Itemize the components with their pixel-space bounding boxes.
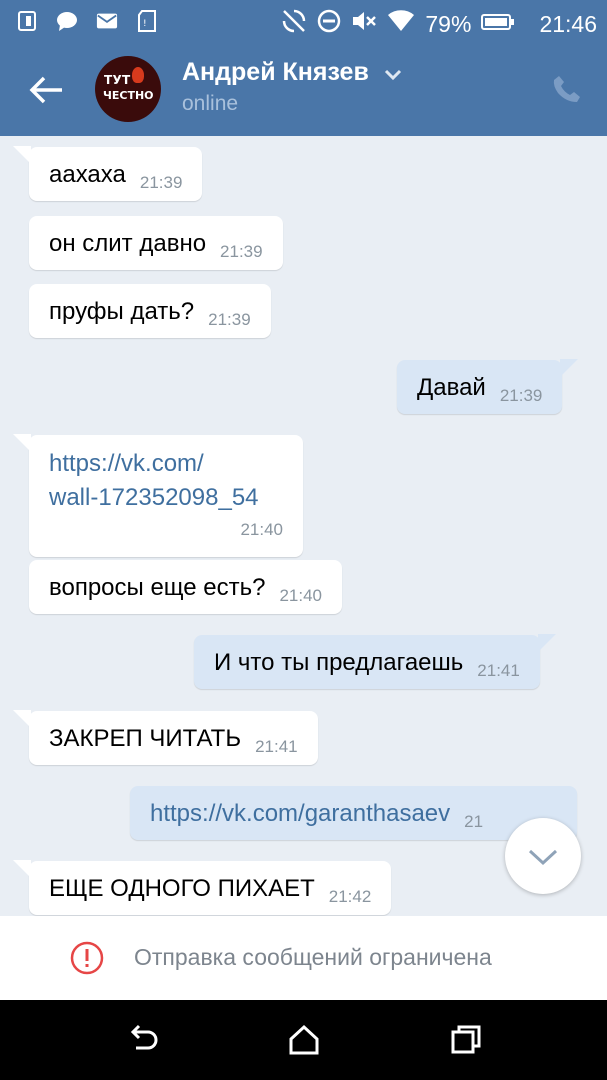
system-nav-bar (0, 1000, 607, 1080)
status-bar: ! 79% 21:46 (0, 0, 607, 44)
message-list[interactable]: аахаха 21:39 он слит давно 21:39 пруфы дат… (0, 136, 607, 916)
clock: 21:46 (539, 10, 597, 37)
avatar[interactable]: ТУТ ЧЕСТНО (95, 56, 161, 122)
avatar-text-bottom: ЧЕСТНО (103, 89, 154, 102)
message-link[interactable]: wall-172352098_54 (49, 481, 283, 515)
message-time: 21:40 (240, 520, 283, 539)
message-text: вопросы еще есть? (49, 574, 266, 601)
dnd-icon (317, 9, 341, 39)
mail-icon (96, 10, 118, 32)
message-incoming[interactable]: аахаха 21:39 (12, 146, 203, 201)
chat-header: ТУТ ЧЕСТНО Андрей Князев online (0, 44, 607, 136)
message-time: 21:39 (220, 242, 263, 261)
message-incoming[interactable]: ЗАКРЕП ЧИТАТЬ 21:41 (13, 710, 318, 765)
chevron-down-icon (384, 59, 402, 88)
message-text: И что ты предлагаешь (214, 649, 464, 676)
flame-icon (132, 67, 144, 83)
sd-card-icon: ! (136, 10, 158, 32)
avatar-text-top: ТУТ (104, 73, 131, 87)
chevron-down-icon (528, 849, 558, 866)
message-text: ЕЩЕ ОДНОГО ПИХАЕТ (49, 875, 315, 902)
composer-restricted-bar: Отправка сообщений ограничена (0, 916, 607, 1000)
warning-icon (70, 941, 104, 975)
message-text: аахаха (49, 161, 126, 188)
wifi-icon (387, 9, 415, 39)
back-icon[interactable] (124, 1022, 160, 1058)
message-time: 21:39 (499, 386, 543, 405)
message-time: 21 (464, 812, 484, 831)
recent-apps-icon[interactable] (448, 1022, 484, 1058)
contact-status: online (182, 92, 239, 115)
message-time: 21:41 (255, 737, 298, 756)
mute-icon (351, 9, 377, 39)
message-incoming[interactable]: вопросы еще есть? 21:40 (29, 560, 343, 614)
message-text: он слит давно (49, 230, 207, 257)
message-link[interactable]: https://vk.com/ (49, 447, 283, 481)
message-outgoing[interactable]: И что ты предлагаешь 21:41 (194, 634, 556, 689)
chat-bubble-icon (56, 10, 78, 32)
message-outgoing[interactable]: Давай 21:39 (397, 359, 579, 414)
message-text: Давай (417, 374, 486, 401)
message-time: 21:40 (279, 586, 323, 605)
message-time: 21:39 (208, 310, 251, 329)
phone-icon[interactable] (552, 74, 582, 104)
message-incoming[interactable]: он слит давно 21:39 (29, 216, 283, 270)
message-time: 21:39 (139, 173, 183, 192)
message-time: 21:41 (477, 661, 520, 680)
contact-name-label: Андрей Князев (182, 58, 369, 86)
scroll-down-button[interactable] (505, 818, 581, 894)
home-icon[interactable] (286, 1022, 322, 1058)
svg-text:!: ! (143, 19, 147, 29)
message-time: 21:42 (328, 887, 372, 906)
message-incoming[interactable]: пруфы дать? 21:39 (29, 284, 271, 338)
no-sync-icon (281, 8, 307, 40)
message-link[interactable]: https://vk.com/garanthasaev (150, 800, 450, 827)
message-text: пруфы дать? (49, 298, 195, 325)
message-incoming[interactable]: ЕЩЕ ОДНОГО ПИХАЕТ 21:42 (12, 860, 392, 915)
contact-name[interactable]: Андрей Князев (182, 58, 402, 88)
restricted-message: Отправка сообщений ограничена (134, 944, 492, 970)
sim-icon (16, 10, 38, 32)
battery-icon (481, 11, 515, 38)
back-arrow-icon[interactable] (24, 68, 68, 112)
battery-percent: 79% (425, 10, 472, 37)
message-text: ЗАКРЕП ЧИТАТЬ (49, 725, 242, 752)
message-incoming-link[interactable]: https://vk.com/ wall-172352098_54 21:40 (13, 434, 303, 557)
